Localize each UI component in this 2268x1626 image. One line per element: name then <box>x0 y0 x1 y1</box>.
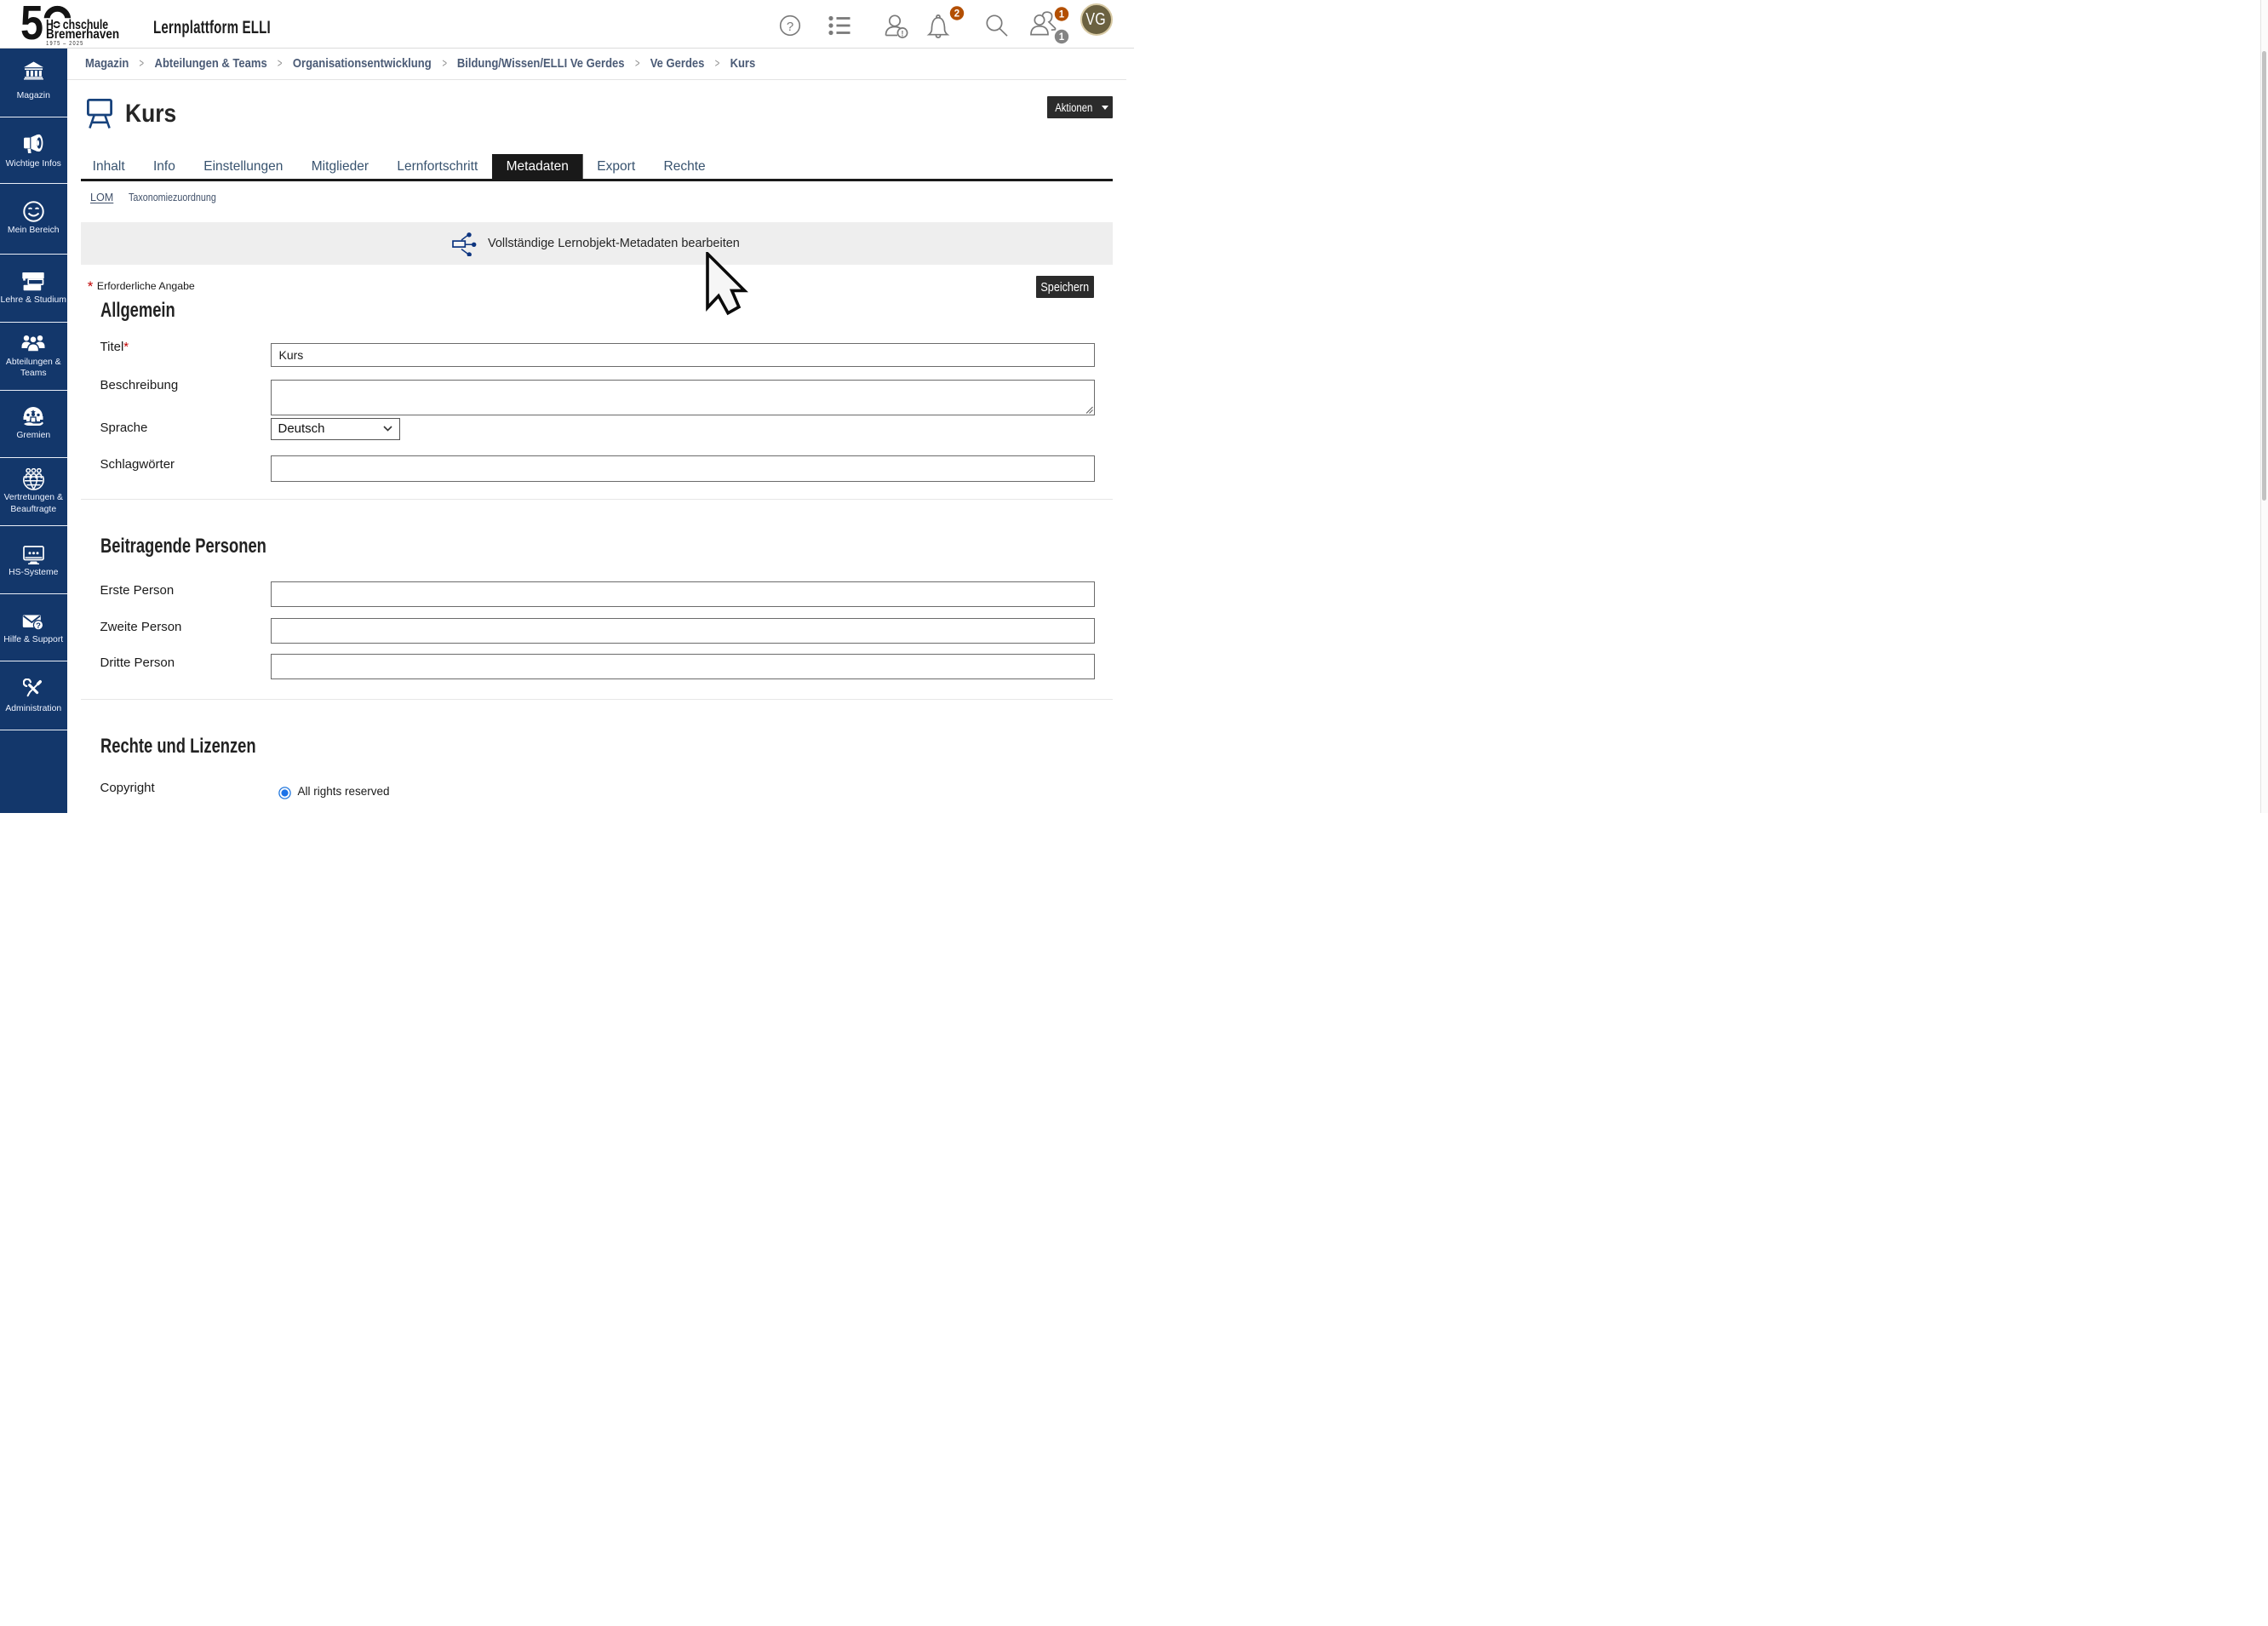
svg-text:?: ? <box>787 20 793 34</box>
svg-text:1975 – 2025: 1975 – 2025 <box>46 40 83 47</box>
svg-text:!: ! <box>901 29 903 38</box>
svg-text:1: 1 <box>1059 32 1065 43</box>
svg-text:?: ? <box>36 621 41 631</box>
svg-text:2: 2 <box>954 9 959 20</box>
svg-text:1: 1 <box>1059 10 1065 20</box>
svg-text:5: 5 <box>20 0 43 49</box>
